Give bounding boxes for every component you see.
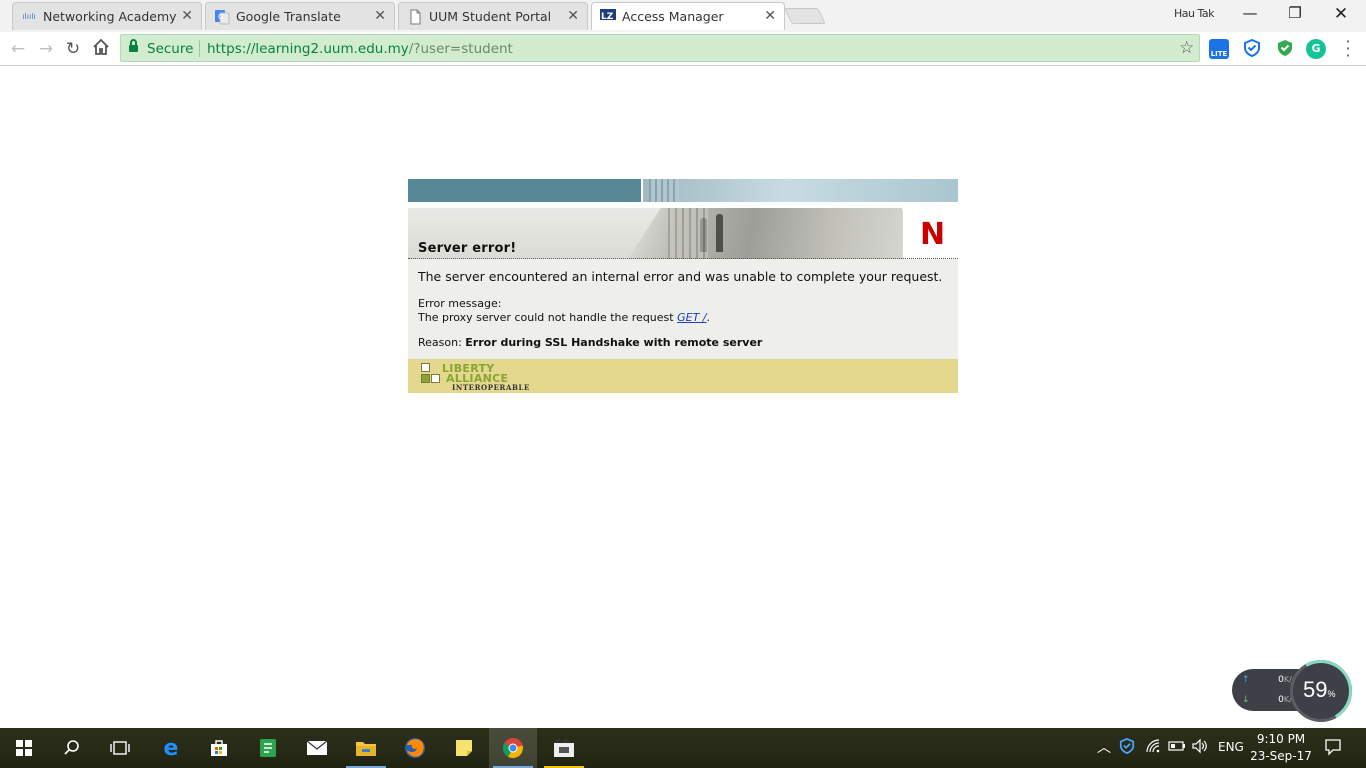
forward-icon[interactable]: → xyxy=(35,38,57,60)
novell-logo-box: N xyxy=(902,210,958,259)
error-panel: N Server error! The server encountered a… xyxy=(408,179,958,393)
back-icon[interactable]: ← xyxy=(7,38,29,60)
lock-icon xyxy=(129,39,138,53)
show-hidden-icons[interactable]: ︿ xyxy=(1097,737,1111,757)
cisco-icon: ılıılı xyxy=(22,12,36,21)
url-text[interactable]: https://learning2.uum.edu.my/?user=stude… xyxy=(207,41,513,57)
novell-logo: N xyxy=(920,217,945,252)
person-silhouette xyxy=(716,214,723,252)
logo-square xyxy=(431,374,440,383)
firefox-icon[interactable] xyxy=(391,728,439,768)
close-tab-icon[interactable]: ✕ xyxy=(374,8,386,24)
volume-icon[interactable] xyxy=(1191,738,1209,757)
error-reason: Reason: Error during SSL Handshake with … xyxy=(418,336,762,349)
close-window-icon[interactable]: ✕ xyxy=(1318,4,1364,24)
tab-uum-student-portal[interactable]: UUM Student Portal ✕ xyxy=(398,2,588,30)
person-silhouette xyxy=(700,218,707,252)
store-icon[interactable] xyxy=(195,728,243,768)
clock-date: 23-Sep-17 xyxy=(1250,749,1312,763)
minimize-icon[interactable]: — xyxy=(1227,4,1273,22)
lite-icon[interactable]: LITE xyxy=(1209,39,1229,59)
wifi-icon[interactable] xyxy=(1145,738,1161,757)
banner-photo xyxy=(643,179,958,202)
lz-uum-icon: LZ xyxy=(600,9,616,25)
tab-networking-academy[interactable]: ılıılı Networking Academy Ho ✕ xyxy=(12,2,202,30)
close-tab-icon[interactable]: ✕ xyxy=(764,8,776,24)
tab-strip: ılıılı Networking Academy Ho ✕ G Google … xyxy=(0,0,1366,32)
green-shield-icon[interactable] xyxy=(1275,39,1295,59)
profile-name[interactable]: Hau Tak xyxy=(1174,7,1215,20)
chrome-menu-icon[interactable]: · · · xyxy=(1343,34,1353,64)
windows-start-icon[interactable] xyxy=(0,728,48,768)
grammarly-icon[interactable]: G xyxy=(1306,39,1326,59)
page-icon xyxy=(407,9,423,25)
error-message: The proxy server could not handle the re… xyxy=(418,311,710,324)
media-app-icon[interactable] xyxy=(540,728,588,768)
error-content: The server encountered an internal error… xyxy=(408,259,958,359)
reason-text: Error during SSL Handshake with remote s… xyxy=(465,336,763,349)
banner-teal-block xyxy=(408,179,641,202)
tray-shield-icon[interactable] xyxy=(1119,737,1135,757)
google-translate-icon: G xyxy=(214,9,230,25)
tab-title: Google Translate xyxy=(236,9,341,24)
address-bar[interactable]: Secure https://learning2.uum.edu.my/?use… xyxy=(120,34,1200,62)
download-speed: ↓ 0K/s xyxy=(1242,695,1296,705)
header-photo xyxy=(628,208,902,259)
mail-icon[interactable] xyxy=(293,728,341,768)
page-title: Server error! xyxy=(418,241,517,256)
reload-icon[interactable]: ↻ xyxy=(62,38,84,60)
battery-icon[interactable] xyxy=(1168,738,1186,757)
clock-time: 9:10 PM xyxy=(1256,732,1306,746)
browser-toolbar: ← → ↻ Secure https://learning2.uum.edu.m… xyxy=(0,32,1366,66)
download-arrow-icon: ↓ xyxy=(1242,695,1250,705)
tab-title: UUM Student Portal xyxy=(429,9,552,24)
liberty-alliance-logo: LIBERTY ALLIANCE INTEROPERABLE xyxy=(421,362,531,392)
action-center-icon[interactable] xyxy=(1324,738,1342,759)
tab-access-manager[interactable]: LZ Access Manager ✕ xyxy=(591,2,785,30)
memory-percent: 59% xyxy=(1303,677,1336,702)
shield-check-icon[interactable] xyxy=(1242,38,1262,59)
upload-arrow-icon: ↑ xyxy=(1242,675,1250,685)
url-host: https://learning2.uum.edu.my xyxy=(207,41,409,57)
secure-label: Secure xyxy=(147,41,194,57)
error-message-text: The proxy server could not handle the re… xyxy=(418,311,674,324)
logo-square xyxy=(421,363,430,372)
task-view-icon[interactable] xyxy=(96,728,144,768)
url-path: /?user=student xyxy=(408,41,513,57)
new-tab-button[interactable] xyxy=(784,8,826,24)
error-message-label: Error message: xyxy=(418,297,502,310)
tab-title: Access Manager xyxy=(622,9,724,24)
sticky-notes-icon[interactable] xyxy=(440,728,488,768)
search-icon[interactable] xyxy=(48,728,96,768)
error-footer: LIBERTY ALLIANCE INTEROPERABLE xyxy=(408,359,958,393)
close-tab-icon[interactable]: ✕ xyxy=(181,8,193,24)
tab-google-translate[interactable]: G Google Translate ✕ xyxy=(205,2,395,30)
close-tab-icon[interactable]: ✕ xyxy=(567,8,579,24)
notes-app-icon[interactable] xyxy=(244,728,292,768)
header-banner xyxy=(408,179,958,202)
upload-speed: ↑ 0K/s xyxy=(1242,675,1296,685)
error-message-suffix: . xyxy=(706,311,711,324)
svg-text:G: G xyxy=(218,13,223,21)
chrome-icon[interactable] xyxy=(489,728,537,768)
clock[interactable]: 9:10 PM 23-Sep-17 xyxy=(1248,731,1314,765)
windows-taskbar: e ︿ ENG 9:10 PM 23-Sep-17 xyxy=(0,728,1366,768)
file-explorer-icon[interactable] xyxy=(342,728,390,768)
tab-title: Networking Academy Ho xyxy=(43,9,178,24)
edge-browser-icon[interactable]: e xyxy=(147,728,195,768)
error-lead-text: The server encountered an internal error… xyxy=(418,269,943,284)
home-icon[interactable] xyxy=(90,38,112,60)
memory-usage-ring[interactable]: 59% xyxy=(1290,660,1352,722)
language-indicator[interactable]: ENG xyxy=(1218,740,1244,754)
logo-text-interoperable: INTEROPERABLE xyxy=(452,383,530,392)
restore-icon[interactable]: ❐ xyxy=(1272,4,1318,22)
omnibox-separator xyxy=(199,40,200,57)
bookmark-star-icon[interactable]: ☆ xyxy=(1179,38,1194,58)
logo-square xyxy=(421,374,430,383)
request-link[interactable]: GET / xyxy=(677,311,706,324)
reason-label: Reason: xyxy=(418,336,462,349)
